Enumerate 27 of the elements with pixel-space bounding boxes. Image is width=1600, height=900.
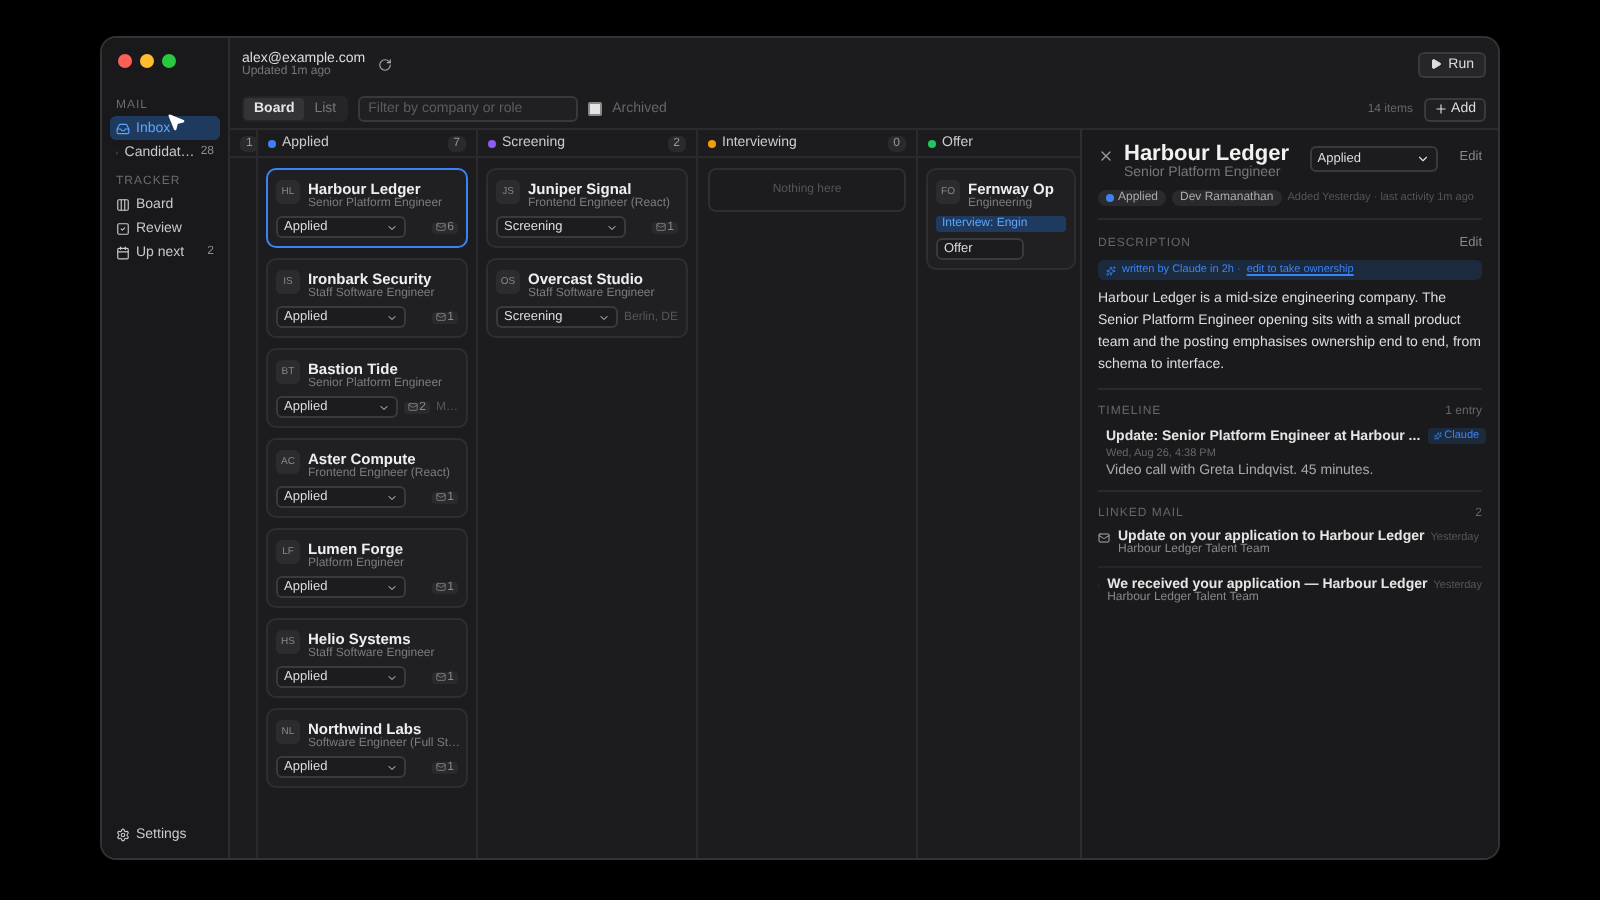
chevron-down-icon	[386, 671, 398, 683]
sparkle-icon	[1434, 432, 1443, 441]
chevron-down-icon	[377, 401, 390, 413]
close-window-dot[interactable]	[118, 54, 132, 68]
sparkle-icon	[1106, 265, 1116, 275]
plus-icon	[1433, 102, 1448, 116]
chevron-down-icon	[597, 311, 610, 323]
close-icon[interactable]	[1098, 148, 1114, 164]
chevron-down-icon	[386, 581, 398, 593]
archived-checkbox[interactable]	[588, 102, 603, 116]
chevron-down-icon	[386, 761, 398, 773]
minimize-window-dot[interactable]	[140, 54, 154, 68]
chevron-down-icon	[1415, 152, 1430, 166]
play-icon	[1430, 58, 1443, 70]
tray-icon	[116, 121, 130, 135]
settings-icon	[116, 827, 130, 841]
chevron-down-icon	[386, 221, 398, 233]
columns-icon	[116, 197, 130, 211]
calendar-icon	[116, 245, 130, 259]
refresh-icon[interactable]	[377, 57, 392, 71]
mouse-cursor-icon	[166, 112, 186, 132]
chevron-down-icon	[386, 311, 398, 323]
checkbox-icon	[116, 221, 130, 235]
zoom-window-dot[interactable]	[162, 54, 176, 68]
chevron-down-icon	[606, 221, 618, 233]
detail-title: Harbour Ledger	[1124, 142, 1290, 166]
chevron-down-icon	[386, 491, 398, 503]
